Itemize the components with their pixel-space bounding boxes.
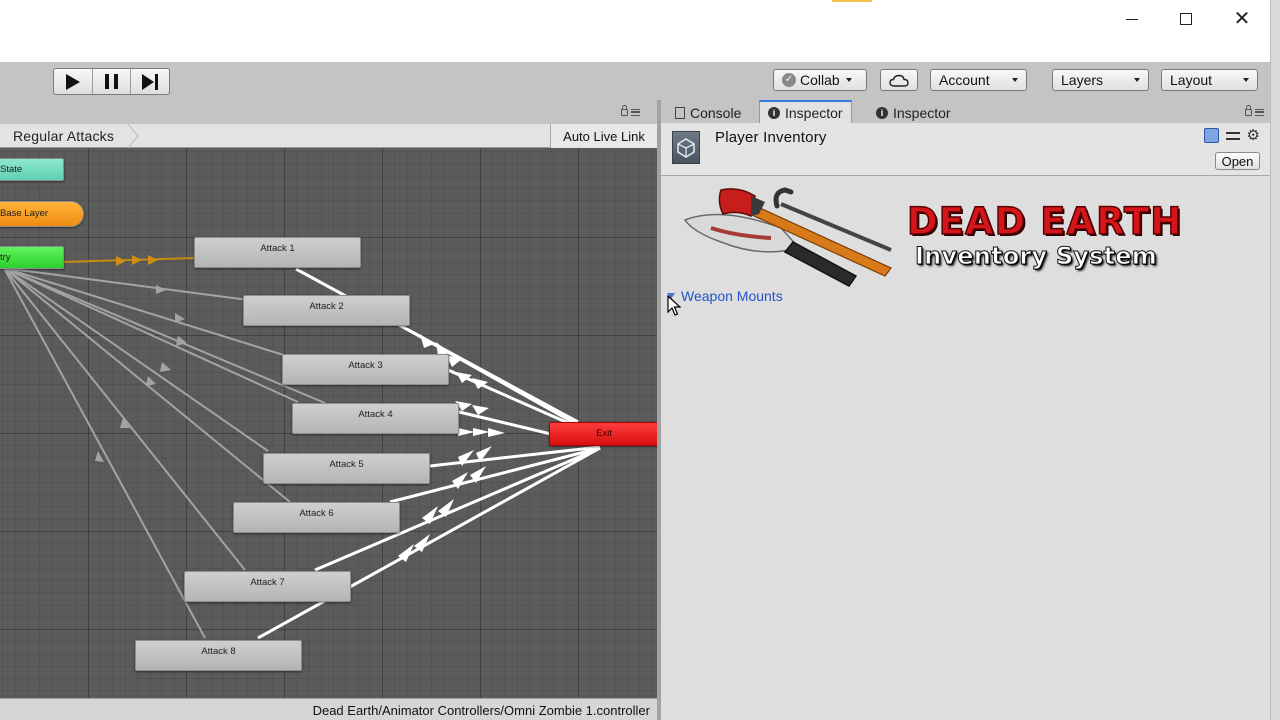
pause-button[interactable] xyxy=(93,69,132,94)
tab-inspector-second[interactable]: i Inspector xyxy=(868,102,959,123)
window-edge xyxy=(1270,0,1280,720)
inspector-body: DEAD EARTH Inventory System Weapon Mount… xyxy=(661,176,1270,720)
entry-transition-arrows xyxy=(116,255,158,266)
caret-down-icon xyxy=(845,78,852,82)
animator-header: Regular Attacks Auto Live Link xyxy=(0,124,657,148)
cloud-icon xyxy=(889,74,909,87)
animator-lock-menu[interactable] xyxy=(621,105,640,116)
any-state-node[interactable]: State xyxy=(0,158,64,181)
auto-live-link-button[interactable]: Auto Live Link xyxy=(550,124,657,148)
console-icon xyxy=(675,106,685,119)
caret-down-icon xyxy=(1134,78,1140,82)
step-icon xyxy=(142,73,159,90)
gear-icon[interactable]: ⚙ xyxy=(1247,128,1260,143)
base-layer-node[interactable]: Base Layer xyxy=(0,201,84,227)
playmode-controls xyxy=(53,68,170,95)
logo-subtitle: Inventory System xyxy=(915,242,1158,271)
unity-asset-icon xyxy=(672,131,700,164)
collab-dropdown[interactable]: ✓ Collab xyxy=(773,69,867,91)
entry-node[interactable]: try xyxy=(0,246,64,269)
attack-1-node[interactable]: Attack 1 xyxy=(194,237,361,268)
title-bar: ✕ xyxy=(0,0,1270,62)
minimize-icon xyxy=(1126,18,1138,20)
layout-dropdown[interactable]: Layout xyxy=(1161,69,1258,91)
caret-down-icon xyxy=(1243,78,1249,82)
menu-icon xyxy=(631,109,640,116)
close-button[interactable]: ✕ xyxy=(1214,0,1270,38)
layers-label: Layers xyxy=(1061,72,1104,88)
inspector-lock-menu[interactable] xyxy=(1245,105,1264,116)
account-dropdown[interactable]: Account xyxy=(930,69,1027,91)
inspector-tab-strip: Console i Inspector i Inspector xyxy=(661,100,1270,124)
title-accent xyxy=(832,0,872,2)
animator-tab-strip xyxy=(0,100,657,124)
animator-footer: Dead Earth/Animator Controllers/Omni Zom… xyxy=(0,698,657,720)
attack-4-node[interactable]: Attack 4 xyxy=(292,403,459,434)
weapon-mounts-foldout[interactable]: Weapon Mounts xyxy=(667,288,783,304)
layout-label: Layout xyxy=(1170,72,1213,88)
account-label: Account xyxy=(939,72,990,88)
maximize-icon xyxy=(1180,13,1192,25)
main-toolbar: ✓ Collab Account Layers Layout xyxy=(0,62,1270,100)
breadcrumb-regular-attacks[interactable]: Regular Attacks xyxy=(0,126,124,146)
tab-inspector-2-label: Inspector xyxy=(893,104,951,121)
info-icon: i xyxy=(768,107,780,119)
layers-dropdown[interactable]: Layers xyxy=(1052,69,1149,91)
info-icon: i xyxy=(876,106,888,119)
attack-5-node[interactable]: Attack 5 xyxy=(263,453,430,484)
minimize-button[interactable] xyxy=(1104,0,1160,38)
menu-icon xyxy=(1255,109,1264,116)
close-icon: ✕ xyxy=(1233,8,1251,30)
play-button[interactable] xyxy=(54,69,93,94)
weapon-mounts-label: Weapon Mounts xyxy=(681,288,783,304)
open-button[interactable]: Open xyxy=(1215,152,1260,170)
attack-2-node[interactable]: Attack 2 xyxy=(243,295,410,326)
lock-icon xyxy=(621,105,628,116)
tab-inspector-label: Inspector xyxy=(785,105,843,121)
preset-sliders-icon[interactable] xyxy=(1225,129,1240,142)
tab-console[interactable]: Console xyxy=(667,102,749,123)
step-button[interactable] xyxy=(131,69,169,94)
attack-7-node[interactable]: Attack 7 xyxy=(184,571,351,602)
dead-earth-logo: DEAD EARTH Inventory System xyxy=(681,184,1183,292)
pause-icon xyxy=(105,74,118,89)
controller-path: Dead Earth/Animator Controllers/Omni Zom… xyxy=(312,703,650,718)
tab-inspector-active[interactable]: i Inspector xyxy=(759,100,852,124)
maximize-button[interactable] xyxy=(1158,0,1214,38)
logo-title: DEAD EARTH xyxy=(906,200,1183,243)
tab-console-label: Console xyxy=(690,104,742,121)
check-icon: ✓ xyxy=(782,73,796,87)
axe-knife-icon xyxy=(683,187,892,287)
cloud-button[interactable] xyxy=(880,69,918,91)
attack-3-node[interactable]: Attack 3 xyxy=(282,354,449,385)
help-book-icon[interactable] xyxy=(1203,128,1219,143)
inspector-header-icons: ⚙ xyxy=(1203,128,1260,143)
animator-graph[interactable]: State Base Layer try Attack 1 Attack 2 A… xyxy=(0,148,657,698)
exit-node[interactable]: Exit xyxy=(549,422,657,446)
lock-icon xyxy=(1245,105,1252,116)
mouse-cursor-icon xyxy=(667,295,681,316)
unity-editor-window: ✕ ✓ Collab Account Layers Layout Regular… xyxy=(0,0,1280,720)
entry-transition[interactable] xyxy=(61,257,196,263)
breadcrumb-arrow-icon xyxy=(128,124,139,148)
attack-8-node[interactable]: Attack 8 xyxy=(135,640,302,671)
collab-label: Collab xyxy=(800,72,840,88)
inspector-header: Player Inventory ⚙ Open xyxy=(661,123,1270,176)
play-icon xyxy=(65,73,80,90)
inspector-title: Player Inventory xyxy=(715,129,827,146)
attack-6-node[interactable]: Attack 6 xyxy=(233,502,400,533)
caret-down-icon xyxy=(1012,78,1018,82)
